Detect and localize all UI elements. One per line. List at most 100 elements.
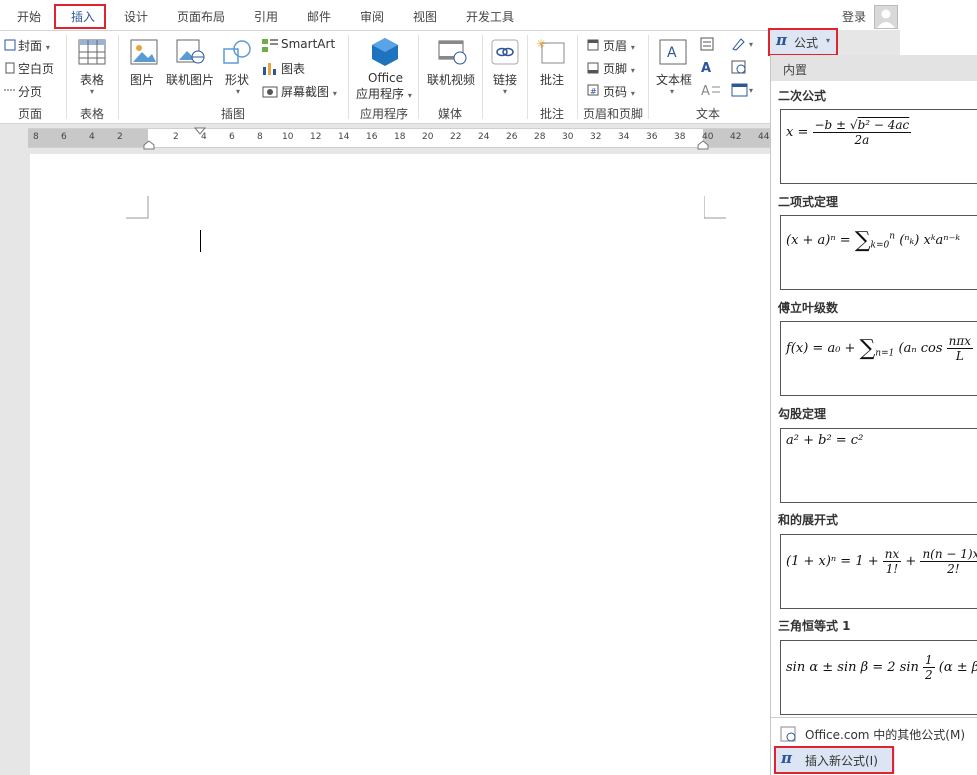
footer-button[interactable]: 页脚 ▾ [603,60,635,77]
ruler-tick: 14 [338,132,350,142]
smartart-button[interactable]: SmartArt [281,37,335,51]
ruler-tick: 8 [257,132,263,142]
group-label-illustrations: 插图 [221,107,246,121]
link-button[interactable]: 链接 [493,71,517,88]
group-label-pages: 页面 [18,107,43,121]
group-label-header-footer: 页眉和页脚 [583,107,644,121]
ruler-tick: 36 [646,132,658,142]
dropcap-icon[interactable]: A [700,83,722,100]
svg-text:#: # [590,87,597,96]
comment-button[interactable]: 批注 [540,71,564,88]
gallery-header-label: 内置 [783,63,808,77]
office-label[interactable]: Office [368,71,403,85]
office-equations-icon [780,726,796,742]
chart-button[interactable]: 图表 [281,60,305,77]
cover-icon [4,39,16,54]
group-separator [66,35,67,119]
equation-title: 三角恒等式 1 [778,619,851,633]
equation-title: 和的展开式 [778,513,839,527]
textbox-dropdown-caret[interactable]: ▾ [670,87,674,96]
footer-icon [587,62,599,77]
ruler-tick: 2 [173,132,179,142]
group-label-text: 文本 [696,107,721,121]
quick-parts-icon[interactable] [700,37,722,54]
ruler-tick: 26 [506,132,518,142]
page-break-icon [4,84,16,99]
online-picture-button[interactable]: 联机图片 [166,71,214,88]
document-page[interactable] [30,154,772,775]
tab-developer[interactable]: 开发工具 [466,8,514,25]
picture-icon [130,39,158,68]
ruler-tick: 30 [562,132,574,142]
tab-mailings[interactable]: 邮件 [307,8,331,25]
online-video-button[interactable]: 联机视频 [427,71,475,88]
equation-sum-expansion[interactable]: (1 + x)ⁿ = 1 + nx1! + n(n − 1)x²2! [780,534,977,609]
wordart-icon[interactable]: A [700,60,722,77]
comment-icon: ✳ [536,37,568,68]
tab-references[interactable]: 引用 [254,8,278,25]
svg-text:A: A [701,61,711,74]
apps-button[interactable]: 应用程序 ▾ [356,85,412,102]
page-break-button[interactable]: 分页 [18,83,42,100]
equation-title: 勾股定理 [778,407,827,421]
highlight-insert-tab [54,4,106,29]
ruler-tick: 38 [674,132,686,142]
screenshot-button[interactable]: 屏幕截图 ▾ [281,83,337,100]
highlight-equation-button [768,28,838,56]
group-label-apps: 应用程序 [360,107,409,121]
ruler-tick: 20 [422,132,434,142]
ruler-tick: 6 [229,132,235,142]
table-button[interactable]: 表格 [80,71,104,88]
ruler-tick: 24 [478,132,490,142]
ruler-tick: 28 [534,132,546,142]
equation-fourier[interactable]: f(x) = a₀ + ∑n=1 (aₙ cos nπxL + b [780,321,977,396]
login-link[interactable]: 登录 [842,8,866,25]
avatar[interactable] [874,5,898,29]
margin-corner-top-right [704,196,726,219]
date-time-icon[interactable] [731,60,747,77]
ribbon-insert: 封面 ▾ 空白页 分页 页面 表格 ▾ 表格 图片 联机图片 形状 ▾ Smar… [0,30,775,124]
signature-line-icon[interactable]: ▾ [731,37,757,54]
shapes-dropdown-caret[interactable]: ▾ [236,87,240,96]
textbox-button[interactable]: 文本框 [656,71,692,88]
blank-page-icon [4,62,16,77]
margin-corner-top-left [126,196,149,219]
equation-trig-identity[interactable]: sin α ± sin β = 2 sin 12 (α ± β) co [780,640,977,715]
ribbon-tab-bar: 开始 插入 设计 页面布局 引用 邮件 审阅 视图 开发工具 [0,0,900,30]
cover-page-button[interactable]: 封面 ▾ [18,37,50,54]
tab-view[interactable]: 视图 [413,8,437,25]
ruler-tick: 10 [282,132,294,142]
tab-home[interactable]: 开始 [17,8,41,25]
header-icon [587,39,599,54]
svg-text:✳: ✳ [536,37,546,51]
equation-pythagorean[interactable]: a² + b² = c² [780,428,977,503]
ruler-tick: 4 [89,132,95,142]
header-button[interactable]: 页眉 ▾ [603,37,635,54]
horizontal-ruler[interactable]: 8 6 4 2 2 4 6 8 10 12 14 16 18 20 22 24 … [28,127,772,150]
tab-review[interactable]: 审阅 [360,8,384,25]
left-indent-marker[interactable] [143,140,155,150]
tab-layout[interactable]: 页面布局 [177,8,225,25]
shapes-icon [222,39,254,68]
first-line-indent-marker[interactable] [194,127,206,135]
equation-quadratic[interactable]: x = −b ± √b² − 4ac 2a [780,109,977,184]
picture-button[interactable]: 图片 [130,71,154,88]
link-dropdown-caret[interactable]: ▾ [503,87,507,96]
shapes-button[interactable]: 形状 [225,71,249,88]
more-equations-item[interactable]: Office.com 中的其他公式(M) [771,721,977,747]
link-icon [491,39,519,68]
equation-title: 二次公式 [778,89,827,103]
group-separator [118,35,119,119]
blank-page-button[interactable]: 空白页 [18,60,54,77]
page-number-button[interactable]: 页码 ▾ [603,83,635,100]
right-indent-marker[interactable] [697,140,709,150]
tab-design[interactable]: 设计 [124,8,148,25]
group-separator [348,35,349,119]
ruler-tick: 42 [730,132,742,142]
svg-text:A: A [701,84,710,97]
online-video-icon [438,39,468,68]
object-icon[interactable]: ▾ [731,83,757,100]
equation-binomial[interactable]: (x + a)ⁿ = ∑k=0n (ⁿₖ) xᵏaⁿ⁻ᵏ [780,215,977,290]
office-apps-icon [370,37,400,70]
table-dropdown-caret[interactable]: ▾ [90,87,94,96]
